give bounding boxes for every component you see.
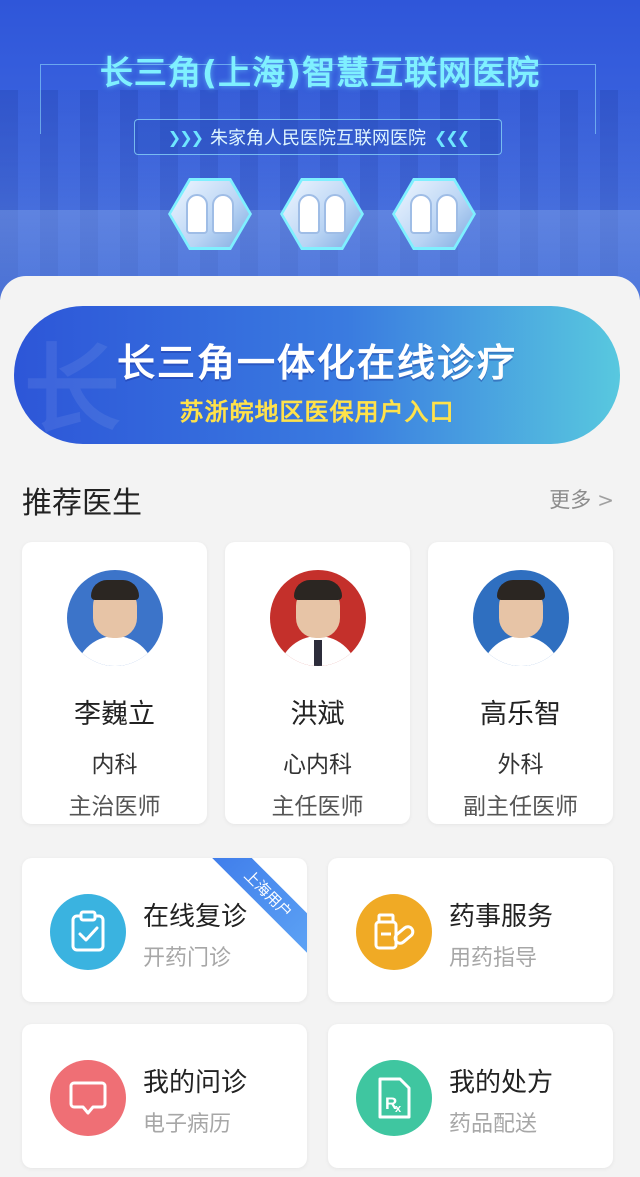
chevron-right-icon: ❯❯❯ — [167, 127, 204, 147]
tile-sublabel: 开药门诊 — [143, 946, 232, 971]
hospital-title: 长三角(上海)智慧互联网医院 — [99, 53, 541, 92]
recommended-doctors-heading: 推荐医生 — [22, 486, 142, 521]
tile-label: 药事服务 — [449, 902, 554, 932]
doctor-title: 主任医师 — [271, 794, 364, 820]
prescription-icon: Rx — [356, 1060, 432, 1136]
hero-banner: 长三角(上海)智慧互联网医院 ❯❯❯ 朱家角人民医院互联网医院 ❮❮❮ — [0, 0, 640, 300]
doctor-department: 外科 — [497, 752, 544, 778]
online-diagnosis-banner[interactable]: 长 长三角一体化在线诊疗 苏浙皖地区医保用户入口 — [14, 306, 620, 444]
doctor-avatar — [472, 570, 569, 666]
banner-subtitle: 苏浙皖地区医保用户入口 — [179, 398, 455, 426]
doctor-department: 内科 — [91, 752, 138, 778]
tile-label: 我的问诊 — [143, 1068, 248, 1098]
hex-photo-consult — [280, 178, 364, 250]
main-panel: 长 长三角一体化在线诊疗 苏浙皖地区医保用户入口 推荐医生 更多 > 李巍立 内科… — [0, 276, 640, 1177]
tile-label: 在线复诊 — [143, 902, 248, 932]
hex-photo-xray — [392, 178, 476, 250]
tile-sublabel: 药品配送 — [449, 1112, 538, 1137]
tile-sublabel: 电子病历 — [143, 1112, 232, 1137]
more-label: 更多 — [549, 488, 592, 512]
doctor-card[interactable]: 李巍立 内科 主治医师 — [22, 542, 207, 824]
online-revisit-tile[interactable]: 在线复诊 开药门诊 上海用户 — [22, 858, 307, 1002]
pills-icon — [356, 894, 432, 970]
hospital-subtitle: 朱家角人民医院互联网医院 — [210, 128, 426, 149]
my-prescriptions-tile[interactable]: Rx 我的处方 药品配送 — [328, 1024, 613, 1168]
doctor-card[interactable]: 高乐智 外科 副主任医师 — [428, 542, 613, 824]
doctor-name: 高乐智 — [480, 699, 561, 730]
more-link[interactable]: 更多 > — [549, 484, 614, 514]
svg-text:x: x — [395, 1103, 402, 1115]
doctor-title: 副主任医师 — [463, 794, 578, 820]
banner-title: 长三角一体化在线诊疗 — [116, 341, 517, 385]
hospital-subtitle-box: ❯❯❯ 朱家角人民医院互联网医院 ❮❮❮ — [134, 119, 502, 155]
doctor-department: 心内科 — [283, 752, 352, 778]
hex-photo-doctors — [168, 178, 252, 250]
pharmacy-service-tile[interactable]: 药事服务 用药指导 — [328, 858, 613, 1002]
chevron-left-icon: ❮❮❮ — [434, 127, 470, 147]
tile-label: 我的处方 — [449, 1068, 554, 1098]
doctor-avatar — [66, 570, 163, 666]
doctor-avatar — [269, 570, 366, 666]
chevron-right-icon: > — [597, 488, 614, 512]
doctor-name: 李巍立 — [74, 699, 155, 730]
tile-sublabel: 用药指导 — [449, 946, 538, 971]
doctor-name: 洪斌 — [290, 699, 345, 730]
doctor-title: 主治医师 — [68, 794, 161, 820]
doctor-card[interactable]: 洪斌 心内科 主任医师 — [225, 542, 410, 824]
clipboard-icon — [50, 894, 126, 970]
my-consultations-tile[interactable]: 我的问诊 电子病历 — [22, 1024, 307, 1168]
doctor-photo-hexagons — [168, 178, 476, 250]
doctor-list: 李巍立 内科 主治医师 洪斌 心内科 主任医师 高乐智 外科 副主任医师 — [22, 542, 613, 824]
chat-icon — [50, 1060, 126, 1136]
